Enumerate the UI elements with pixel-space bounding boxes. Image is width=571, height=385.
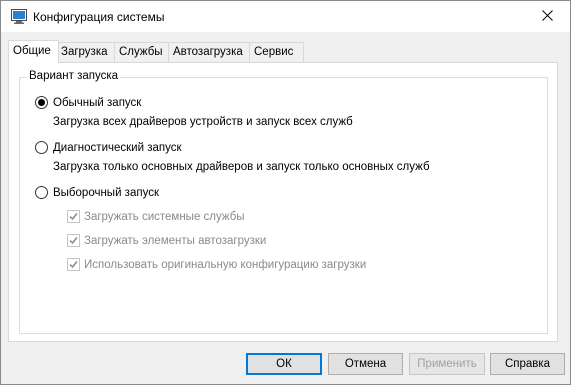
tab-boot[interactable]: Загрузка	[56, 42, 116, 62]
tab-services[interactable]: Службы	[114, 42, 170, 62]
msconfig-app-icon	[11, 9, 27, 24]
checkmark-icon	[69, 237, 78, 245]
checkbox-checked-disabled	[67, 210, 80, 223]
checkbox-load-startup-items: Загружать элементы автозагрузки	[67, 234, 266, 247]
radio-diagnostic-startup[interactable]: Диагностический запуск	[35, 141, 182, 154]
radio-label: Обычный запуск	[53, 96, 142, 109]
radio-button[interactable]	[35, 186, 48, 199]
normal-startup-description: Загрузка всех драйверов устройств и запу…	[53, 116, 353, 128]
radio-label: Диагностический запуск	[53, 141, 182, 154]
checkbox-label: Загружать элементы автозагрузки	[84, 234, 267, 247]
checkmark-icon	[69, 261, 78, 269]
radio-label: Выборочный запуск	[53, 186, 159, 199]
radio-button[interactable]	[35, 141, 48, 154]
checkbox-label: Использовать оригинальную конфигурацию з…	[84, 258, 367, 271]
apply-button[interactable]: Применить	[409, 353, 485, 375]
tab-general[interactable]: Общие	[8, 40, 59, 63]
tab-tools[interactable]: Сервис	[249, 42, 304, 62]
tab-label: Общие	[13, 45, 51, 57]
cancel-button[interactable]: Отмена	[328, 353, 403, 375]
button-label: Применить	[417, 358, 477, 370]
radio-normal-startup[interactable]: Обычный запуск	[35, 96, 141, 109]
button-label: ОК	[276, 358, 292, 370]
tab-label: Службы	[119, 46, 163, 58]
diagnostic-startup-description: Загрузка только основных драйверов и зап…	[53, 161, 430, 173]
tab-label: Сервис	[254, 46, 294, 58]
system-configuration-window: Конфигурация системы Общие Загрузка Служ…	[0, 0, 571, 385]
title-bar: Конфигурация системы	[1, 1, 570, 32]
close-icon	[541, 9, 553, 24]
checkbox-checked-disabled	[67, 258, 80, 271]
close-button[interactable]	[524, 1, 570, 32]
tab-label: Автозагрузка	[173, 46, 243, 58]
general-tab-panel: Вариант запуска Обычный запуск Загрузка …	[8, 62, 558, 342]
tab-startup[interactable]: Автозагрузка	[168, 42, 251, 62]
checkbox-checked-disabled	[67, 234, 80, 247]
button-label: Справка	[504, 358, 551, 370]
checkmark-icon	[69, 213, 78, 221]
window-title: Конфигурация системы	[33, 10, 165, 24]
button-label: Отмена	[344, 358, 387, 370]
radio-selective-startup[interactable]: Выборочный запуск	[35, 186, 159, 199]
startup-selection-group: Вариант запуска Обычный запуск Загрузка …	[19, 70, 548, 334]
help-button[interactable]: Справка	[490, 353, 565, 375]
group-title: Вариант запуска	[27, 70, 121, 82]
checkbox-load-system-services: Загружать системные службы	[67, 210, 245, 223]
ok-button[interactable]: ОК	[246, 353, 322, 375]
radio-button-selected[interactable]	[35, 96, 48, 109]
checkbox-label: Загружать системные службы	[84, 210, 245, 223]
tab-label: Загрузка	[61, 46, 108, 58]
checkbox-use-original-boot-config: Использовать оригинальную конфигурацию з…	[67, 258, 366, 271]
